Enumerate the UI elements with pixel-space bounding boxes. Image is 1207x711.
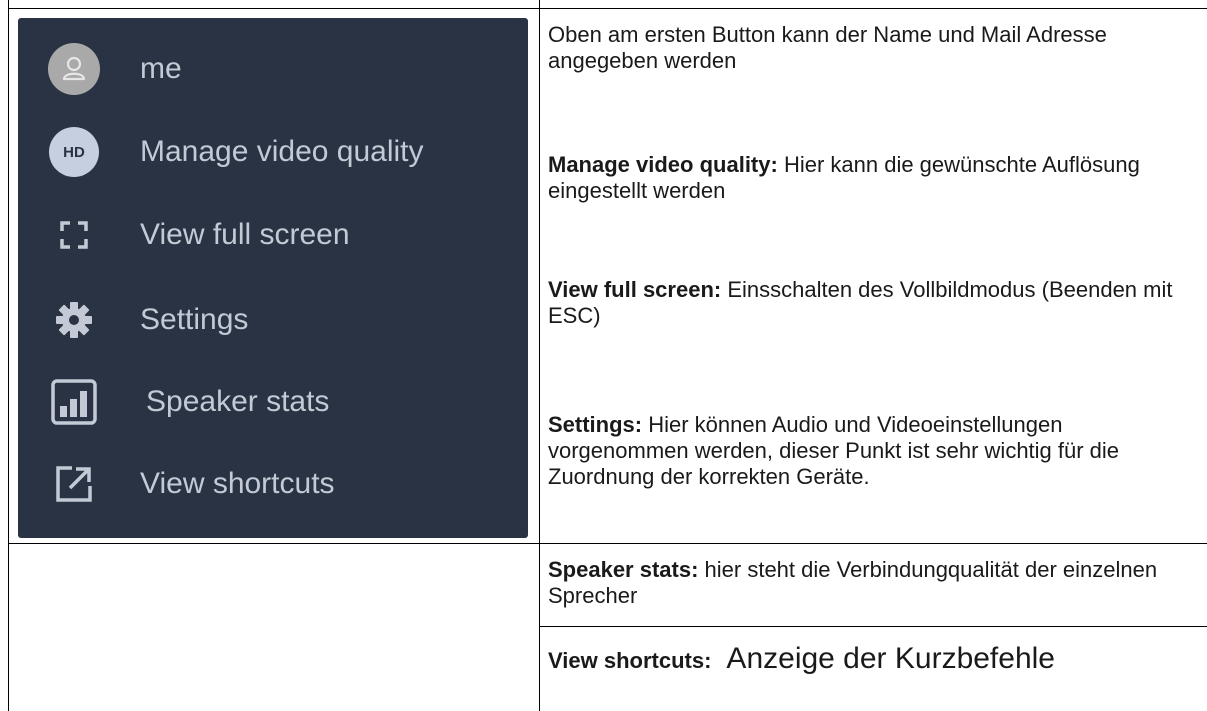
description-shortcuts: View shortcuts: Anzeige der Kurzbefehle xyxy=(548,644,1198,674)
menu-item-label: Manage video quality xyxy=(140,135,424,168)
intro-text: Oben am ersten Button kann der Name und … xyxy=(548,22,1107,73)
description-full-screen: View full screen: Einsschalten des Vollb… xyxy=(548,277,1198,329)
menu-item-label: me xyxy=(140,52,182,85)
menu-item-label: View full screen xyxy=(140,218,350,251)
term-settings: Settings: xyxy=(548,412,643,437)
gear-icon xyxy=(48,294,100,346)
menu-item-profile[interactable]: me xyxy=(18,39,528,99)
bar-chart-icon xyxy=(48,376,100,428)
description-video-quality: Manage video quality: Hier kann die gewü… xyxy=(548,152,1198,204)
menu-item-settings[interactable]: Settings xyxy=(18,290,528,350)
menu-item-view-shortcuts[interactable]: View shortcuts xyxy=(18,454,528,514)
table-column-divider xyxy=(539,0,540,711)
external-link-icon xyxy=(48,458,100,510)
table-row-divider-1 xyxy=(8,543,1207,544)
menu-item-speaker-stats[interactable]: Speaker stats xyxy=(18,372,528,432)
text-shortcuts: Anzeige der Kurzbefehle xyxy=(711,642,1055,675)
description-settings: Settings: Hier können Audio und Videoein… xyxy=(548,412,1198,490)
fullscreen-icon xyxy=(48,209,100,261)
table-border-top xyxy=(8,8,1207,9)
menu-item-label: Speaker stats xyxy=(146,385,330,418)
term-shortcuts: View shortcuts: xyxy=(548,648,712,673)
menu-item-view-full-screen[interactable]: View full screen xyxy=(18,205,528,265)
menu-item-manage-video-quality[interactable]: HD Manage video quality xyxy=(18,122,528,182)
term-video-quality: Manage video quality: xyxy=(548,152,778,177)
table-row-divider-2 xyxy=(539,626,1207,627)
user-avatar-icon xyxy=(48,43,100,95)
hd-badge: HD xyxy=(49,127,99,177)
term-full-screen: View full screen: xyxy=(548,277,722,302)
table-border-left xyxy=(8,0,9,711)
menu-item-label: Settings xyxy=(140,303,249,336)
menu-item-label: View shortcuts xyxy=(140,467,335,500)
term-speaker-stats: Speaker stats: xyxy=(548,557,699,582)
description-speaker-stats: Speaker stats: hier steht die Verbindung… xyxy=(548,557,1198,609)
description-intro: Oben am ersten Button kann der Name und … xyxy=(548,22,1198,74)
hd-icon: HD xyxy=(48,126,100,178)
overflow-menu-panel: me HD Manage video quality View full scr… xyxy=(18,18,528,538)
